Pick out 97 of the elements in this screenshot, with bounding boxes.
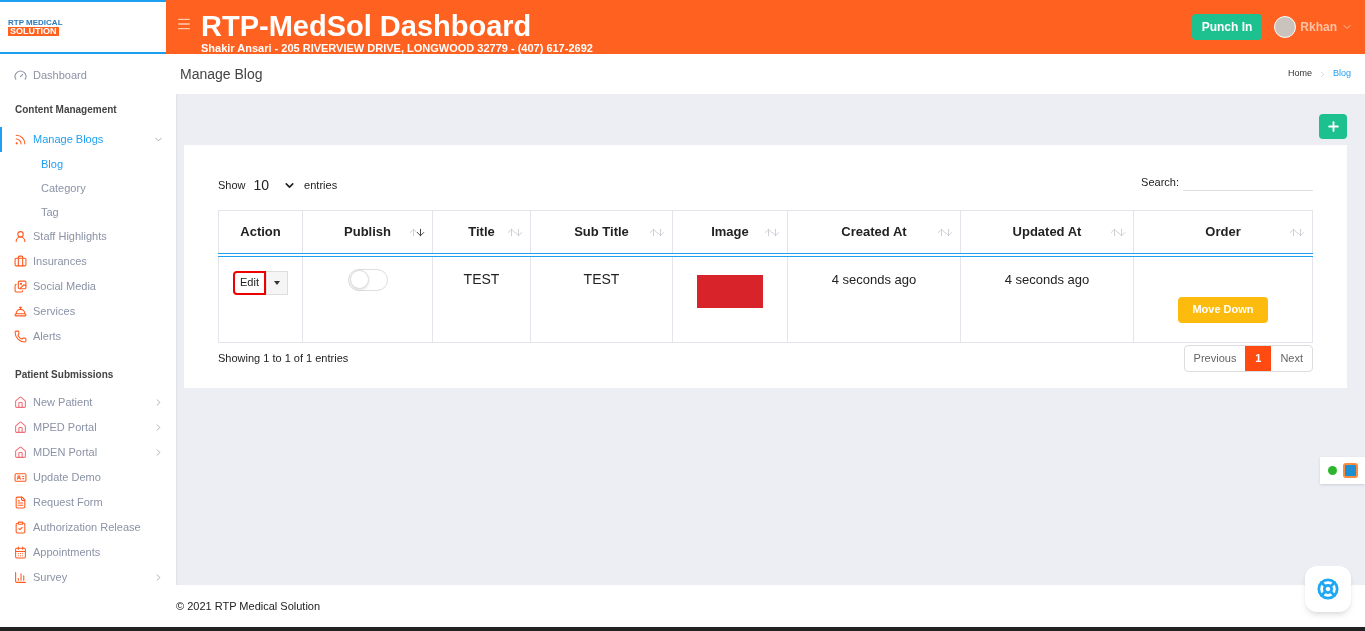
next-button[interactable]: Next bbox=[1271, 346, 1312, 371]
breadcrumb-link[interactable]: Blog bbox=[1333, 67, 1351, 81]
submenu-item[interactable]: Tag bbox=[0, 200, 176, 224]
avatar bbox=[1274, 16, 1297, 38]
bell-icon bbox=[14, 305, 27, 318]
sidebar-item[interactable]: New Patient bbox=[0, 390, 176, 415]
page-size-select[interactable]: 10 bbox=[251, 175, 299, 196]
lifebuoy-icon bbox=[1317, 578, 1339, 600]
table-info: Showing 1 to 1 of 1 entries bbox=[218, 351, 349, 367]
page-button[interactable]: 1 bbox=[1245, 346, 1272, 371]
dashboard-title: RTP-MedSol Dashboard bbox=[201, 10, 533, 42]
clipboard-icon bbox=[14, 521, 27, 534]
separator-icon bbox=[1318, 69, 1327, 79]
phone-icon bbox=[14, 330, 27, 343]
gauge-icon bbox=[14, 69, 27, 82]
table-cell: 4 seconds ago bbox=[960, 254, 1134, 343]
previous-button[interactable]: Previous bbox=[1184, 346, 1246, 371]
copyright-text: © 2021 RTP Medical Solution bbox=[176, 598, 321, 614]
user-name: Rkhan bbox=[1300, 19, 1337, 36]
sidebar-label: Social Media bbox=[33, 279, 96, 295]
sidebar-item[interactable]: Services bbox=[0, 299, 176, 324]
sidebar-label: New Patient bbox=[33, 395, 93, 411]
publish-toggle[interactable] bbox=[347, 268, 388, 291]
sidebar-item[interactable]: Alerts bbox=[0, 324, 176, 349]
sidebar-item[interactable]: Dashboard bbox=[0, 63, 176, 88]
sort-icon[interactable] bbox=[408, 227, 426, 238]
pictures-icon bbox=[14, 280, 27, 293]
user-icon bbox=[14, 230, 27, 243]
add-button[interactable] bbox=[1319, 114, 1347, 139]
sidebar-item[interactable]: Manage Blogs bbox=[0, 127, 176, 152]
entries-label: entries bbox=[304, 178, 338, 194]
briefcase-icon bbox=[14, 255, 27, 268]
column-header[interactable]: Title bbox=[432, 210, 531, 255]
search-label: Search: bbox=[1141, 174, 1179, 190]
sidebar-label: Request Form bbox=[33, 495, 103, 511]
sidebar-label: Services bbox=[33, 304, 76, 320]
column-header[interactable]: Image bbox=[672, 210, 788, 255]
breadcrumb-link[interactable]: Home bbox=[1287, 67, 1312, 81]
page-title: Manage Blog bbox=[180, 64, 263, 84]
user-menu[interactable]: Rkhan bbox=[1274, 16, 1353, 38]
submenu-item[interactable]: Category bbox=[0, 176, 176, 200]
section-heading: Content Management bbox=[14, 103, 118, 117]
sidebar-item[interactable]: Insurances bbox=[0, 249, 176, 274]
column-header[interactable]: Created At bbox=[787, 210, 961, 255]
status-widget[interactable] bbox=[1320, 457, 1365, 484]
document-icon bbox=[14, 496, 27, 509]
logo[interactable]: RTP MEDICAL SOLUTION bbox=[0, 0, 166, 54]
sidebar-label: MPED Portal bbox=[33, 420, 97, 436]
sidebar-label: Insurances bbox=[33, 254, 87, 270]
help-button[interactable] bbox=[1305, 566, 1351, 612]
r-square-icon bbox=[1343, 463, 1358, 478]
id-card-icon bbox=[14, 471, 27, 484]
sidebar-item[interactable]: MDEN Portal bbox=[0, 440, 176, 465]
section-heading: Patient Submissions bbox=[14, 368, 115, 382]
sidebar-item[interactable]: MPED Portal bbox=[0, 415, 176, 440]
column-header[interactable]: Action bbox=[218, 210, 303, 255]
logo-text: RTP MEDICAL bbox=[8, 18, 64, 27]
table-cell: TEST bbox=[530, 254, 673, 343]
submenu-item[interactable]: Blog bbox=[0, 152, 176, 176]
sidebar-item[interactable]: Appointments bbox=[0, 540, 176, 565]
column-header[interactable]: Order bbox=[1133, 210, 1313, 255]
sidebar-label: Authorization Release bbox=[33, 520, 141, 536]
sidebar-item[interactable]: Social Media bbox=[0, 274, 176, 299]
sidebar-item[interactable]: Update Demo bbox=[0, 465, 176, 490]
house-icon bbox=[14, 421, 27, 434]
move-down-button[interactable]: Move Down bbox=[1178, 296, 1268, 323]
sidebar-item[interactable]: Survey bbox=[0, 565, 176, 590]
punch-in-button[interactable]: Punch In bbox=[1191, 14, 1263, 40]
table-cell: TEST bbox=[432, 254, 531, 343]
house-icon bbox=[14, 396, 27, 409]
sidebar-label: Appointments bbox=[33, 545, 101, 561]
plus-icon bbox=[1325, 119, 1341, 134]
sidebar-label: Manage Blogs bbox=[33, 132, 104, 148]
sidebar-label: MDEN Portal bbox=[33, 445, 98, 461]
sidebar-label: Alerts bbox=[33, 329, 62, 345]
column-header[interactable]: Updated At bbox=[960, 210, 1134, 255]
sidebar-item[interactable]: Authorization Release bbox=[0, 515, 176, 540]
sidebar-item[interactable]: Request Form bbox=[0, 490, 176, 515]
caret-icon bbox=[273, 280, 280, 285]
calendar-icon bbox=[14, 546, 27, 559]
sidebar-label: Update Demo bbox=[33, 470, 101, 486]
sidebar-label: Dashboard bbox=[33, 68, 87, 84]
image-thumbnail bbox=[697, 274, 763, 308]
column-header[interactable]: Sub Title bbox=[530, 210, 673, 255]
rss-icon bbox=[14, 133, 27, 146]
table-cell: 4 seconds ago bbox=[787, 254, 961, 343]
sidebar-label: Staff Highlights bbox=[33, 229, 107, 245]
logo-text: SOLUTION bbox=[8, 26, 59, 36]
column-header[interactable]: Publish bbox=[302, 210, 433, 255]
dropdown-toggle[interactable] bbox=[265, 270, 288, 295]
menu-icon[interactable] bbox=[176, 16, 192, 32]
sidebar-label: Survey bbox=[33, 570, 68, 586]
bar-chart-icon bbox=[14, 571, 27, 584]
sidebar-item[interactable]: Staff Highlights bbox=[0, 224, 176, 249]
clinic-address: Shakir Ansari - 205 RIVERVIEW DRIVE, LONGWOOD 32779 - (407) 617-2692 bbox=[201, 42, 593, 54]
house-icon bbox=[14, 446, 27, 459]
show-label: Show bbox=[218, 178, 246, 194]
